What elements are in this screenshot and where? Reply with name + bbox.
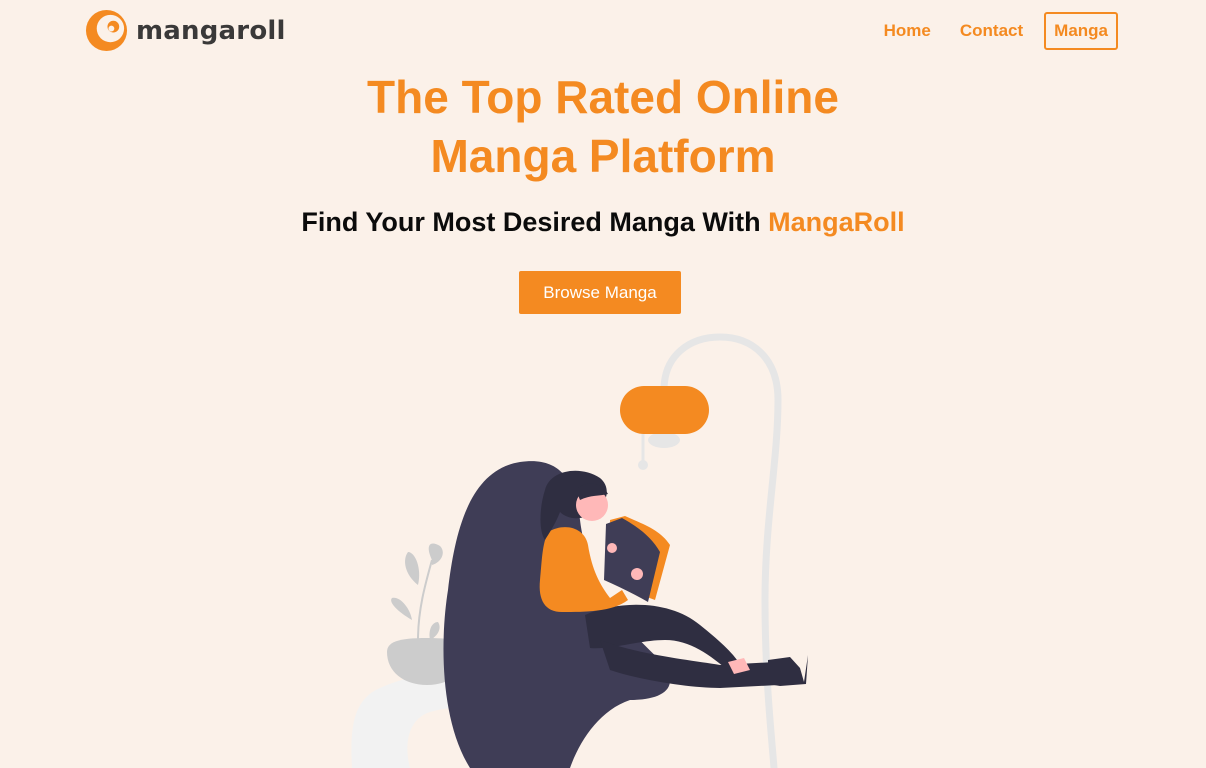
crescent-logo-icon [85, 9, 128, 52]
hero-subtitle: Find Your Most Desired Manga With MangaR… [0, 207, 1206, 238]
main-nav: Home Contact Manga [884, 12, 1118, 50]
site-logo[interactable]: mangaroll [85, 9, 286, 52]
nav-contact-link[interactable]: Contact [960, 21, 1023, 41]
reading-woman-illustration [351, 333, 808, 768]
nav-home-link[interactable]: Home [884, 21, 931, 41]
logo-text: mangaroll [136, 15, 286, 46]
nav-manga-button[interactable]: Manga [1044, 12, 1118, 50]
hero-subtitle-text: Find Your Most Desired Manga With [301, 207, 769, 237]
browse-manga-button[interactable]: Browse Manga [519, 271, 681, 314]
hero-title: The Top Rated Online Manga Platform [0, 68, 1206, 186]
hero-title-line1: The Top Rated Online [367, 71, 839, 123]
landing-page: mangaroll Home Contact Manga The Top Rat… [0, 0, 1206, 768]
hero-subtitle-brand: MangaRoll [768, 207, 905, 237]
hero-title-line2: Manga Platform [430, 130, 776, 182]
